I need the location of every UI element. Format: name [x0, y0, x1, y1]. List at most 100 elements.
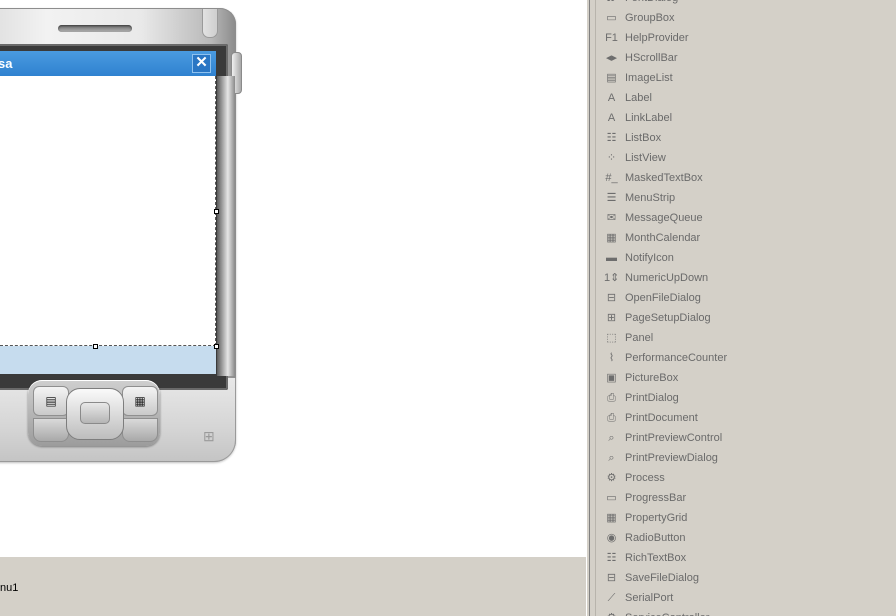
- toolbox-item[interactable]: ▣ PictureBox: [596, 368, 896, 388]
- toolbox-item[interactable]: ⊞ PageSetupDialog: [596, 308, 896, 328]
- toolbox-item-label: PrintDocument: [625, 412, 698, 424]
- numericupdown-icon: 1⇕: [604, 272, 620, 284]
- toolbox-item-label: PrintPreviewDialog: [625, 452, 718, 464]
- toolbox-item[interactable]: ⟋ SerialPort: [596, 588, 896, 608]
- toolbox-item[interactable]: A LinkLabel: [596, 108, 896, 128]
- propertygrid-icon: ▦: [606, 512, 617, 524]
- toolbox-item[interactable]: ▭ ProgressBar: [596, 488, 896, 508]
- toolbox-item[interactable]: ⊟ SaveFileDialog: [596, 568, 896, 588]
- toolbox-item[interactable]: ▭ GroupBox: [596, 8, 896, 28]
- toolbox-item-label: SaveFileDialog: [625, 572, 699, 584]
- toolbox-item-label: PageSetupDialog: [625, 312, 711, 324]
- hscrollbar-icon: ◂▸: [605, 52, 618, 64]
- toolbox-item[interactable]: ☰ MenuStrip: [596, 188, 896, 208]
- hardware-key-left: [33, 418, 69, 442]
- picturebox-icon: ▣: [606, 372, 617, 384]
- font-dialog-icon: Ꭿ: [604, 0, 619, 5]
- progressbar-icon: ▭: [606, 492, 617, 504]
- toolbox-item[interactable]: ⚙ Process: [596, 468, 896, 488]
- form-title-bar[interactable]: sa ✕: [0, 51, 216, 76]
- listbox-icon: ☷: [606, 132, 617, 144]
- process-icon: ⚙: [606, 472, 617, 484]
- linklabel-icon: A: [607, 112, 616, 124]
- toolbox-item-label: PrintDialog: [625, 392, 679, 404]
- toolbox-item[interactable]: ⌕ PrintPreviewDialog: [596, 448, 896, 468]
- toolbox-item[interactable]: ⬚ Panel: [596, 328, 896, 348]
- monthcalendar-icon: ▦: [606, 232, 617, 244]
- form-title: sa: [0, 56, 13, 71]
- toolbox-item[interactable]: A Label: [596, 88, 896, 108]
- stylus-slot: [202, 9, 218, 38]
- toolbox-item[interactable]: F1 HelpProvider: [596, 28, 896, 48]
- toolbox-item-label: HScrollBar: [625, 52, 678, 64]
- resize-handle-right[interactable]: [214, 209, 219, 214]
- savefiledialog-icon: ⊟: [606, 572, 617, 584]
- toolbox-item[interactable]: ⎙ PrintDialog: [596, 388, 896, 408]
- menustrip-icon: ☰: [606, 192, 617, 204]
- toolbox-item[interactable]: 1⇕ NumericUpDown: [596, 268, 896, 288]
- toolbox-item[interactable]: ⎙ PrintDocument: [596, 408, 896, 428]
- toolbox-item-label: ServiceController: [625, 608, 709, 616]
- toolbox-item[interactable]: ☷ RichTextBox: [596, 548, 896, 568]
- calendar-key-icon: ▦: [122, 386, 158, 416]
- tray-component-mainmenu[interactable]: nu1: [0, 582, 18, 594]
- speaker-grille: [58, 25, 132, 32]
- toolbox-item-label: LinkLabel: [625, 112, 673, 124]
- toolbox-item[interactable]: ⌕ PrintPreviewControl: [596, 428, 896, 448]
- printpreviewdialog-icon: ⌕: [608, 452, 615, 464]
- maskedtextbox-icon: #_: [605, 172, 618, 184]
- toolbox-item-label: PerformanceCounter: [625, 352, 728, 364]
- printdialog-icon: ⎙: [607, 392, 616, 404]
- form-designer-surface[interactable]: sa ✕ ▤ ▦ ⊞: [0, 0, 586, 557]
- toolbox-item[interactable]: ⚙ ServiceController: [596, 608, 896, 616]
- groupbox-icon: ▭: [606, 12, 617, 24]
- toolbox-panel: Ꭿ FontDialog ▭ GroupBox F1 HelpProvider ◂▸ HScr…: [596, 0, 896, 616]
- toolbox-item[interactable]: #_ MaskedTextBox: [596, 168, 896, 188]
- form-client-area[interactable]: [0, 76, 216, 346]
- richtextbox-icon: ☷: [606, 552, 617, 564]
- toolbox-item-label: NotifyIcon: [625, 252, 674, 264]
- toolbox-item[interactable]: ◉ RadioButton: [596, 528, 896, 548]
- toolbox-item[interactable]: ▦ PropertyGrid: [596, 508, 896, 528]
- radiobutton-icon: ◉: [606, 532, 617, 544]
- toolbox-item-label: MenuStrip: [625, 192, 676, 204]
- printpreviewcontrol-icon: ⌕: [608, 432, 615, 444]
- dpad-center-button: [80, 402, 110, 424]
- toolbox-item[interactable]: ▦ MonthCalendar: [596, 228, 896, 248]
- toolbox-item-label: NumericUpDown: [625, 272, 709, 284]
- imagelist-icon: ▤: [606, 72, 617, 84]
- listview-icon: ⁘: [606, 152, 617, 164]
- toolbox-item-label: Process: [625, 472, 665, 484]
- resize-handle-bottom-right[interactable]: [214, 344, 219, 349]
- toolbox-item[interactable]: ⌇ PerformanceCounter: [596, 348, 896, 368]
- toolbox-item-label: ListBox: [625, 132, 662, 144]
- toolbox-item[interactable]: ▬ NotifyIcon: [596, 248, 896, 268]
- performancecounter-icon: ⌇: [608, 352, 615, 364]
- resize-handle-bottom[interactable]: [93, 344, 98, 349]
- toolbox-item-label: SerialPort: [625, 592, 674, 604]
- toolbox-item[interactable]: ⁘ ListView: [596, 148, 896, 168]
- servicecontroller-icon: ⚙: [604, 611, 619, 616]
- toolbox-item-label: PropertyGrid: [625, 512, 688, 524]
- toolbox-item[interactable]: ✉ MessageQueue: [596, 208, 896, 228]
- toolbox-item[interactable]: ▤ ImageList: [596, 68, 896, 88]
- bezel-right-edge: [217, 76, 235, 376]
- toolbox-item-label: ImageList: [625, 72, 673, 84]
- toolbox-item-label: Label: [625, 92, 652, 104]
- panel-icon: ⬚: [606, 332, 617, 344]
- toolbox-item-label: MonthCalendar: [625, 232, 701, 244]
- messagequeue-icon: ✉: [606, 212, 617, 224]
- toolbox-item[interactable]: ⊟ OpenFileDialog: [596, 288, 896, 308]
- component-tray[interactable]: [0, 557, 586, 616]
- notifyicon-icon: ▬: [606, 252, 617, 264]
- toolbox-item-label: MessageQueue: [625, 212, 703, 224]
- toolbox-item[interactable]: ☷ ListBox: [596, 128, 896, 148]
- close-icon[interactable]: ✕: [192, 54, 211, 73]
- toolbox-item-label: PictureBox: [625, 372, 679, 384]
- toolbox-item-label: PrintPreviewControl: [625, 432, 723, 444]
- label-icon: A: [607, 92, 616, 104]
- toolbox-item[interactable]: Ꭿ FontDialog: [596, 0, 896, 8]
- toolbox-item[interactable]: ◂▸ HScrollBar: [596, 48, 896, 68]
- form-menu-bar[interactable]: [0, 346, 216, 374]
- contacts-key-icon: ▤: [33, 386, 69, 416]
